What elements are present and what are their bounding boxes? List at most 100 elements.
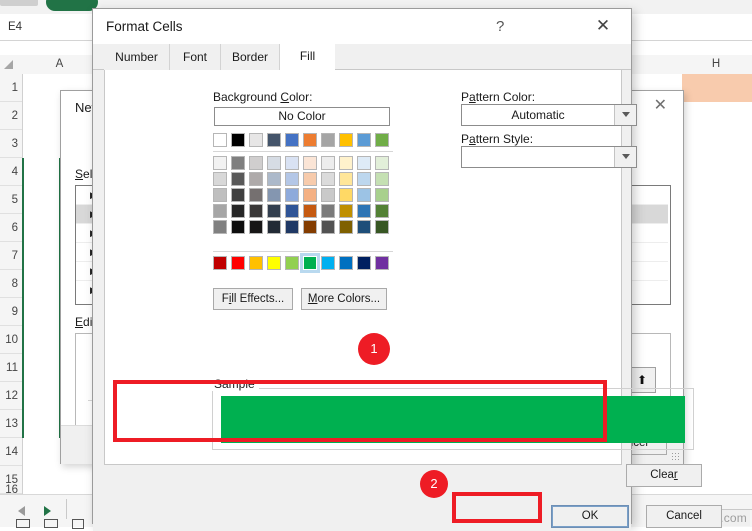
- row-header[interactable]: 10: [0, 326, 22, 354]
- sheet-nav-previous-icon[interactable]: [18, 506, 25, 516]
- tint-swatch-4-6[interactable]: [321, 220, 335, 234]
- close-icon[interactable]: ✕: [654, 98, 667, 114]
- tint-swatch-0-2[interactable]: [249, 156, 263, 170]
- status-page-break-icon[interactable]: [72, 519, 84, 529]
- tint-swatch-0-6[interactable]: [321, 156, 335, 170]
- tint-swatch-2-6[interactable]: [321, 188, 335, 202]
- tint-swatch-4-0[interactable]: [213, 220, 227, 234]
- pattern-style-select[interactable]: [461, 146, 637, 168]
- chevron-down-icon[interactable]: [614, 147, 636, 167]
- standard-color-swatch-1[interactable]: [231, 256, 245, 270]
- tint-swatch-0-0[interactable]: [213, 156, 227, 170]
- standard-colors-row[interactable]: [213, 253, 393, 273]
- row-header[interactable]: 6: [0, 214, 22, 242]
- tint-swatch-3-2[interactable]: [249, 204, 263, 218]
- theme-color-swatch-1[interactable]: [231, 133, 245, 147]
- row-header[interactable]: 11: [0, 354, 22, 382]
- tint-swatch-4-8[interactable]: [357, 220, 371, 234]
- tint-swatch-2-4[interactable]: [285, 188, 299, 202]
- tab-font[interactable]: Font: [170, 44, 221, 70]
- tint-swatch-2-3[interactable]: [267, 188, 281, 202]
- tint-swatch-0-5[interactable]: [303, 156, 317, 170]
- no-color-button[interactable]: No Color: [214, 107, 390, 126]
- theme-color-swatch-8[interactable]: [357, 133, 371, 147]
- standard-color-swatch-3[interactable]: [267, 256, 281, 270]
- fill-effects-button[interactable]: Fill Effects...: [213, 288, 293, 310]
- tint-swatch-3-3[interactable]: [267, 204, 281, 218]
- standard-color-swatch-5[interactable]: [300, 253, 320, 273]
- status-page-layout-icon[interactable]: [44, 519, 58, 528]
- tint-swatch-0-8[interactable]: [357, 156, 371, 170]
- tint-swatch-2-5[interactable]: [303, 188, 317, 202]
- tab-border[interactable]: Border: [221, 44, 280, 70]
- tint-swatch-1-8[interactable]: [357, 172, 371, 186]
- standard-color-swatch-4[interactable]: [285, 256, 299, 270]
- tint-swatch-3-6[interactable]: [321, 204, 335, 218]
- column-header-a[interactable]: A: [22, 55, 98, 74]
- tint-swatch-2-7[interactable]: [339, 188, 353, 202]
- select-all-corner-icon[interactable]: [4, 60, 13, 69]
- tint-swatch-0-1[interactable]: [231, 156, 245, 170]
- tint-swatch-1-1[interactable]: [231, 172, 245, 186]
- row-header[interactable]: 2: [0, 102, 22, 130]
- theme-color-swatch-9[interactable]: [375, 133, 389, 147]
- tint-swatch-4-1[interactable]: [231, 220, 245, 234]
- tint-swatch-1-9[interactable]: [375, 172, 389, 186]
- standard-color-swatch-7[interactable]: [339, 256, 353, 270]
- row-header[interactable]: 5: [0, 186, 22, 214]
- tab-fill[interactable]: Fill: [280, 42, 335, 70]
- tint-swatch-0-7[interactable]: [339, 156, 353, 170]
- row-header[interactable]: 8: [0, 270, 22, 298]
- help-icon[interactable]: ?: [496, 18, 504, 35]
- theme-tints-grid[interactable]: [213, 156, 393, 248]
- tint-swatch-0-3[interactable]: [267, 156, 281, 170]
- tint-swatch-4-9[interactable]: [375, 220, 389, 234]
- close-icon[interactable]: ✕: [590, 16, 616, 36]
- row-header[interactable]: 7: [0, 242, 22, 270]
- tint-swatch-4-2[interactable]: [249, 220, 263, 234]
- name-box[interactable]: E4: [4, 19, 66, 36]
- column-header-h[interactable]: H: [680, 55, 752, 74]
- filled-cell[interactable]: [682, 74, 752, 102]
- row-header[interactable]: 12: [0, 382, 22, 410]
- tint-swatch-3-5[interactable]: [303, 204, 317, 218]
- tint-swatch-1-5[interactable]: [303, 172, 317, 186]
- tint-swatch-4-7[interactable]: [339, 220, 353, 234]
- standard-color-swatch-9[interactable]: [375, 256, 389, 270]
- tint-swatch-2-1[interactable]: [231, 188, 245, 202]
- tint-swatch-0-9[interactable]: [375, 156, 389, 170]
- row-header[interactable]: 16: [0, 484, 22, 496]
- row-header[interactable]: 13: [0, 410, 22, 438]
- theme-color-swatch-4[interactable]: [285, 133, 299, 147]
- tint-swatch-4-5[interactable]: [303, 220, 317, 234]
- theme-color-swatch-2[interactable]: [249, 133, 263, 147]
- theme-color-swatch-3[interactable]: [267, 133, 281, 147]
- row-header[interactable]: 4: [0, 158, 22, 186]
- tint-swatch-0-4[interactable]: [285, 156, 299, 170]
- tint-swatch-2-0[interactable]: [213, 188, 227, 202]
- tint-swatch-3-8[interactable]: [357, 204, 371, 218]
- row-header[interactable]: 3: [0, 130, 22, 158]
- tint-swatch-3-0[interactable]: [213, 204, 227, 218]
- row-header[interactable]: 14: [0, 438, 22, 466]
- tab-number[interactable]: Number: [104, 44, 170, 70]
- ok-button[interactable]: OK: [551, 505, 629, 528]
- cancel-button[interactable]: Cancel: [646, 505, 722, 528]
- resize-grip-icon[interactable]: [671, 452, 679, 460]
- standard-color-swatch-2[interactable]: [249, 256, 263, 270]
- tint-swatch-1-2[interactable]: [249, 172, 263, 186]
- tint-swatch-1-3[interactable]: [267, 172, 281, 186]
- status-normal-view-icon[interactable]: [16, 519, 30, 528]
- sheet-nav-next-icon[interactable]: [44, 506, 51, 516]
- standard-color-swatch-6[interactable]: [321, 256, 335, 270]
- tint-swatch-4-3[interactable]: [267, 220, 281, 234]
- theme-color-swatch-6[interactable]: [321, 133, 335, 147]
- tint-swatch-1-0[interactable]: [213, 172, 227, 186]
- theme-color-swatch-0[interactable]: [213, 133, 227, 147]
- tint-swatch-2-8[interactable]: [357, 188, 371, 202]
- tint-swatch-1-4[interactable]: [285, 172, 299, 186]
- theme-colors-row[interactable]: [213, 133, 393, 148]
- tint-swatch-1-7[interactable]: [339, 172, 353, 186]
- tint-swatch-1-6[interactable]: [321, 172, 335, 186]
- tint-swatch-3-1[interactable]: [231, 204, 245, 218]
